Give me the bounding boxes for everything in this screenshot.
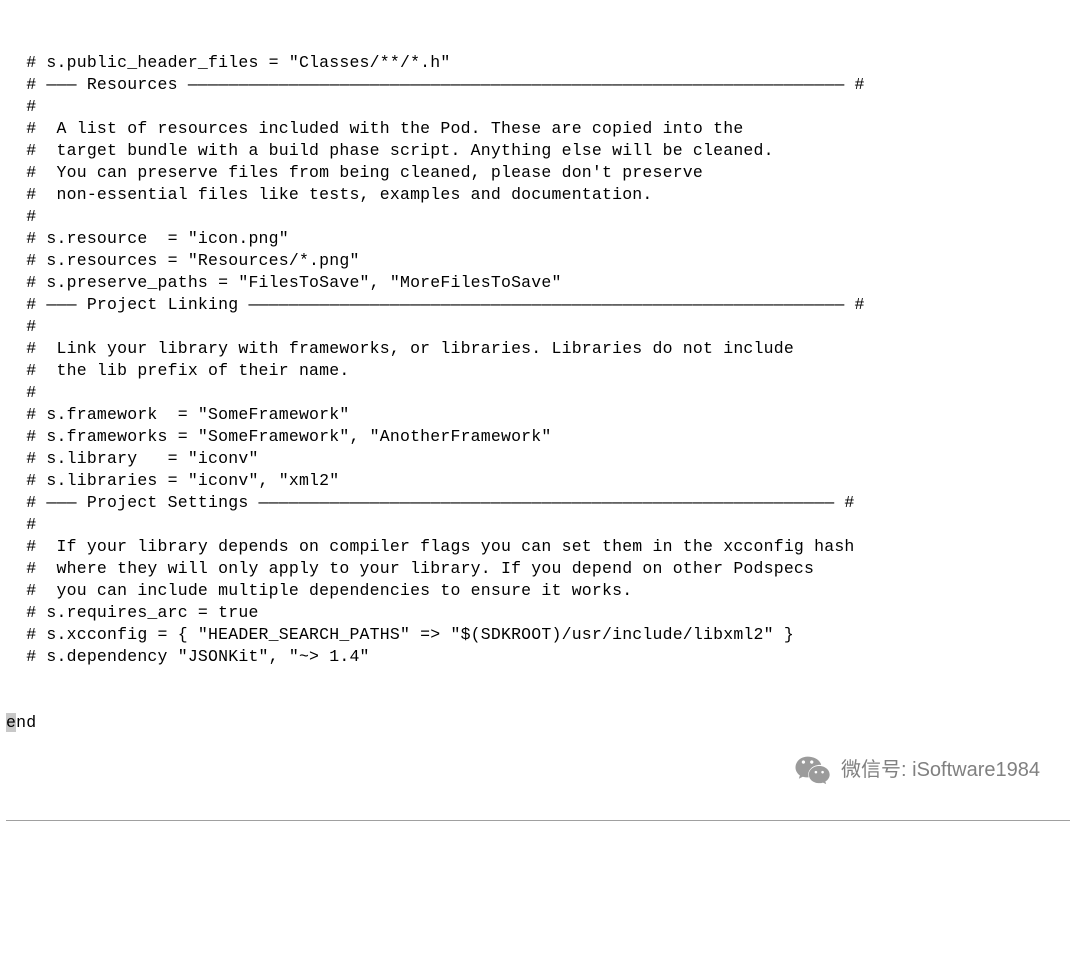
bottom-divider: [6, 820, 1070, 821]
code-line: #: [6, 206, 1070, 228]
code-line-end: end: [6, 712, 1070, 734]
code-line: # s.resource = "icon.png": [6, 228, 1070, 250]
code-block: # s.public_header_files = "Classes/**/*.…: [6, 8, 1070, 800]
code-line: # s.libraries = "iconv", "xml2": [6, 470, 1070, 492]
code-line: # non-essential files like tests, exampl…: [6, 184, 1070, 206]
code-line: # s.resources = "Resources/*.png": [6, 250, 1070, 272]
code-line: # you can include multiple dependencies …: [6, 580, 1070, 602]
code-line: #: [6, 96, 1070, 118]
code-line: # ――― Project Settings ―――――――――――――――――…: [6, 492, 1070, 514]
code-line: # s.preserve_paths = "FilesToSave", "Mor…: [6, 272, 1070, 294]
code-line: # s.requires_arc = true: [6, 602, 1070, 624]
cursor-highlight: e: [6, 713, 16, 732]
code-line: # s.xcconfig = { "HEADER_SEARCH_PATHS" =…: [6, 624, 1070, 646]
code-line: # You can preserve files from being clea…: [6, 162, 1070, 184]
code-line: # Link your library with frameworks, or …: [6, 338, 1070, 360]
wechat-icon: [793, 750, 833, 790]
code-lines: # s.public_header_files = "Classes/**/*.…: [6, 52, 1070, 668]
code-line: # the lib prefix of their name.: [6, 360, 1070, 382]
code-line: # s.framework = "SomeFramework": [6, 404, 1070, 426]
code-line: #: [6, 316, 1070, 338]
code-line: # s.public_header_files = "Classes/**/*.…: [6, 52, 1070, 74]
code-line: # ――― Project Linking ――――――――――――――――――…: [6, 294, 1070, 316]
code-line: # s.frameworks = "SomeFramework", "Anoth…: [6, 426, 1070, 448]
code-line: # target bundle with a build phase scrip…: [6, 140, 1070, 162]
code-line: # s.library = "iconv": [6, 448, 1070, 470]
wechat-watermark: 微信号: iSoftware1984: [793, 750, 1040, 790]
code-line: #: [6, 382, 1070, 404]
code-line: # ――― Resources ――――――――――――――――――――――――…: [6, 74, 1070, 96]
code-line: # s.dependency "JSONKit", "~> 1.4": [6, 646, 1070, 668]
end-token-rest: nd: [16, 713, 36, 732]
code-line: # A list of resources included with the …: [6, 118, 1070, 140]
watermark-text: 微信号: iSoftware1984: [841, 759, 1040, 781]
code-line: # where they will only apply to your lib…: [6, 558, 1070, 580]
code-line: #: [6, 514, 1070, 536]
code-line: # If your library depends on compiler fl…: [6, 536, 1070, 558]
